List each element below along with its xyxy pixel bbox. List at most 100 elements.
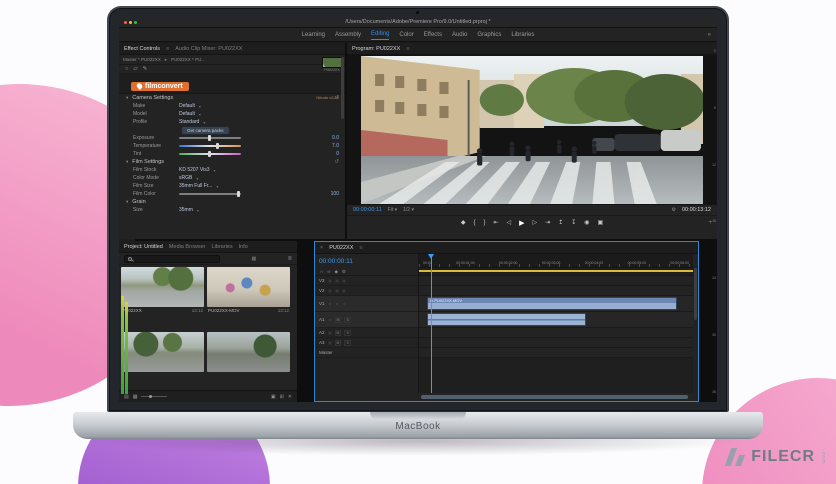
timeline-settings-icon[interactable]: ⚙	[342, 269, 346, 275]
temperature-slider[interactable]	[179, 145, 241, 147]
clip-item[interactable]: PU022XX 13:12	[121, 267, 204, 329]
mute-toggle[interactable]: M	[335, 317, 342, 323]
minimize-window-button[interactable]	[129, 21, 132, 24]
timeline-vertical-scrollbar[interactable]	[694, 268, 697, 320]
clip-thumbnail[interactable]	[207, 267, 290, 307]
track-header-v2[interactable]: V2	[315, 286, 418, 296]
pen-mask-icon[interactable]: ✎	[143, 66, 148, 72]
track-a3[interactable]	[419, 338, 693, 348]
film-settings-group[interactable]: ▾ Film Settings ↺	[119, 158, 345, 166]
track-visibility-toggle[interactable]	[342, 289, 346, 293]
close-sequence-icon[interactable]: ×	[320, 245, 323, 251]
tab-sequence[interactable]: PU022XX	[329, 245, 353, 251]
exposure-value[interactable]: 0.0	[332, 135, 339, 141]
clip-item[interactable]	[121, 332, 204, 389]
export-frame-button[interactable]: ◉	[584, 219, 589, 226]
add-marker-button[interactable]: ◆	[461, 219, 466, 226]
tab-info[interactable]: Info	[239, 244, 248, 250]
search-input[interactable]	[124, 255, 220, 263]
track-a2[interactable]	[419, 328, 693, 338]
video-clip[interactable]: fx PU022XX.MOV	[427, 297, 677, 310]
track-header-a3[interactable]: A3 M S	[315, 338, 418, 348]
track-v2[interactable]	[419, 286, 693, 296]
workspace-tab-graphics[interactable]: Graphics	[477, 30, 501, 40]
track-header-a2[interactable]: A2 M S	[315, 328, 418, 338]
profile-dropdown[interactable]: Standard	[179, 119, 199, 125]
effect-controls-scrollbar[interactable]	[341, 57, 344, 119]
track-visibility-toggle[interactable]	[342, 279, 346, 283]
track-v1[interactable]: fx PU022XX.MOV	[419, 296, 693, 312]
track-lock-toggle[interactable]	[328, 341, 332, 345]
add-marker-icon[interactable]: ◆	[334, 269, 337, 275]
workspace-overflow-icon[interactable]: »	[708, 32, 711, 38]
delete-icon[interactable]: ✕	[288, 394, 292, 400]
fit-dropdown[interactable]: Fit ▾	[388, 207, 397, 213]
collapse-icon[interactable]: ▾	[126, 159, 128, 165]
timeline-horizontal-scrollbar[interactable]	[421, 395, 688, 399]
collapse-icon[interactable]: ▾	[126, 199, 128, 205]
zoom-window-button[interactable]	[134, 21, 137, 24]
track-a1[interactable]	[419, 312, 693, 328]
grain-size-dropdown[interactable]: 35mm	[179, 207, 193, 213]
clip-thumbnail[interactable]	[207, 332, 290, 372]
clip-item[interactable]: PU022XX-MOV 13:12	[207, 267, 290, 329]
tab-libraries[interactable]: Libraries	[212, 244, 233, 250]
step-back-button[interactable]: ◁	[507, 219, 512, 226]
camera-packs-button[interactable]: Get camera packs	[181, 126, 230, 135]
extract-button[interactable]: ↧	[571, 219, 576, 226]
workspace-tab-audio[interactable]: Audio	[452, 30, 467, 40]
workspace-tab-effects[interactable]: Effects	[424, 30, 442, 40]
film-color-value[interactable]: 100	[331, 191, 339, 197]
solo-toggle[interactable]: S	[344, 330, 350, 336]
go-to-out-button[interactable]: ⇥	[545, 219, 550, 226]
thumbnail-zoom-slider[interactable]	[141, 396, 167, 397]
camera-settings-group[interactable]: ▾ Camera Settings ↺	[119, 94, 345, 102]
reset-icon[interactable]: ↺	[334, 159, 339, 165]
clip-thumbnail[interactable]	[121, 332, 204, 372]
make-dropdown[interactable]: Default	[179, 103, 195, 109]
mark-out-button[interactable]: }	[483, 220, 485, 226]
track-sync-toggle[interactable]	[335, 279, 339, 283]
audio-clip[interactable]	[427, 313, 586, 326]
program-timecode[interactable]: 00:00:00:11	[353, 207, 382, 213]
clip-thumbnail[interactable]	[121, 267, 204, 307]
film-color-slider[interactable]	[179, 193, 241, 195]
tint-value[interactable]: 0	[336, 151, 339, 157]
new-bin-icon[interactable]: ▣	[271, 394, 276, 400]
rect-mask-icon[interactable]: ▱	[133, 66, 137, 72]
collapse-icon[interactable]: ▾	[126, 95, 128, 101]
exposure-slider[interactable]	[179, 137, 241, 139]
track-lock-toggle[interactable]	[328, 289, 332, 293]
tab-audio-clip-mixer[interactable]: Audio Clip Mixer: PU022XX	[175, 46, 242, 52]
playhead[interactable]	[431, 254, 432, 393]
track-header-master[interactable]: Master	[315, 348, 418, 358]
track-lock-toggle[interactable]	[328, 331, 332, 335]
panel-menu-icon[interactable]: ≡	[166, 46, 169, 52]
resolution-dropdown[interactable]: 1/2 ▾	[403, 207, 414, 213]
workspace-tab-assembly[interactable]: Assembly	[335, 30, 361, 40]
timeline-ruler[interactable]: 00:00 00:00:01:00 00:00:02:00 00:00:03:0…	[419, 254, 693, 268]
traffic-light-buttons[interactable]	[124, 21, 137, 24]
mute-toggle[interactable]: M	[335, 330, 342, 336]
temperature-value[interactable]: 7.0	[332, 143, 339, 149]
snap-icon[interactable]: ∩	[320, 269, 323, 274]
workspace-tab-color[interactable]: Color	[399, 30, 413, 40]
solo-toggle[interactable]: S	[344, 317, 350, 323]
film-size-dropdown[interactable]: 35mm Full Fr...	[179, 183, 212, 189]
breadcrumb-master[interactable]: Master * PU022XX	[123, 57, 161, 62]
comparison-view-button[interactable]: ▣	[598, 219, 604, 226]
list-view-icon[interactable]: ▤	[124, 394, 129, 400]
ellipse-mask-icon[interactable]: ○	[125, 66, 128, 72]
track-visibility-toggle[interactable]	[342, 302, 346, 306]
close-window-button[interactable]	[124, 21, 127, 24]
linked-selection-icon[interactable]: ∞	[327, 269, 330, 274]
mute-toggle[interactable]: M	[335, 340, 342, 346]
sort-icon[interactable]: ≣	[288, 256, 292, 262]
workspace-tab-learning[interactable]: Learning	[302, 30, 325, 40]
tab-media-browser[interactable]: Media Browser	[169, 244, 206, 250]
program-settings-icon[interactable]: ⚙	[671, 207, 675, 213]
track-header-v3[interactable]: V3	[315, 276, 418, 286]
clip-item[interactable]	[207, 332, 290, 389]
timeline-timecode[interactable]: 00:00:00:11	[315, 254, 418, 268]
film-stock-dropdown[interactable]: KD 5207 Vis3	[179, 167, 209, 173]
